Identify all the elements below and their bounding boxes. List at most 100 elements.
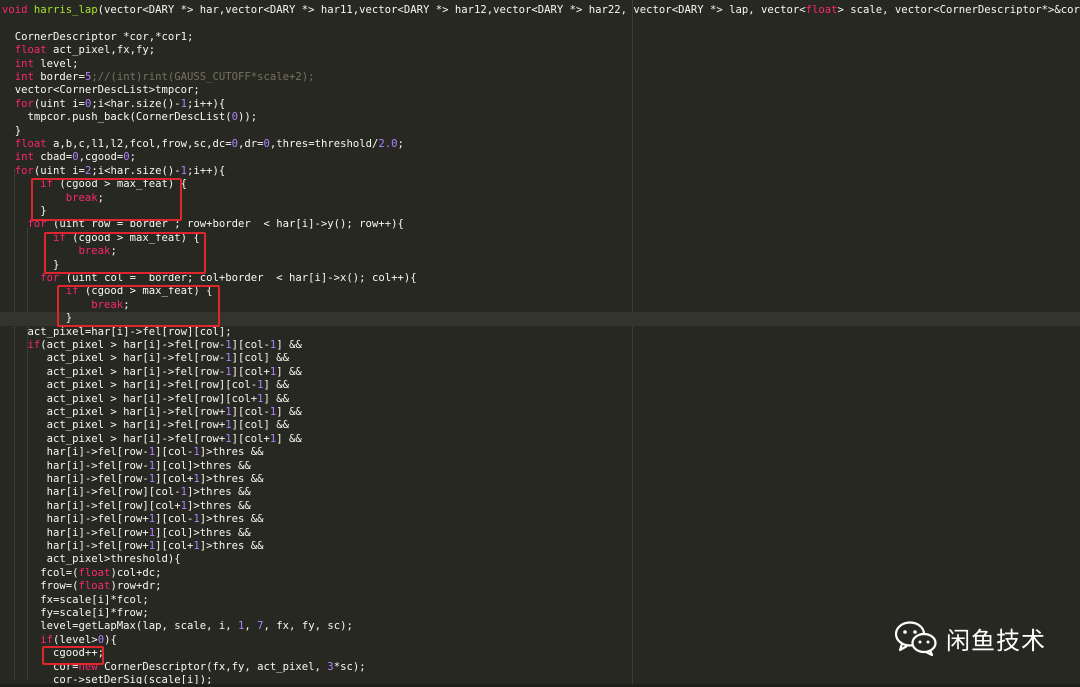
code-line[interactable]: float a,b,c,l1,l2,fcol,frow,sc,dc=0,dr=0… — [0, 138, 404, 151]
code-token: har[i]->fel[row+ — [2, 540, 149, 552]
code-token: ;i<har.size()- — [91, 97, 181, 110]
code-line[interactable]: har[i]->fel[row-1][col]>thres && — [0, 460, 251, 473]
code-token: har[i]->fel[row+ — [2, 513, 149, 526]
code-token: ] && — [276, 432, 302, 445]
code-token: ][col]>thres && — [155, 526, 251, 539]
code-token: act_pixel > har[i]->fel[row- — [2, 352, 226, 365]
code-token: ; — [129, 151, 137, 164]
code-line[interactable]: if(act_pixel > har[i]->fel[row-1][col-1]… — [0, 339, 302, 352]
code-token: ]>thres && — [199, 473, 264, 485]
code-token: act_pixel > har[i]->fel[row][col+ — [2, 392, 258, 405]
code-token: float — [78, 580, 111, 593]
code-token: har[i]->fel[row- — [2, 446, 149, 459]
code-token: float — [78, 566, 111, 579]
highlight-box-break-loop-col — [57, 285, 220, 327]
code-line[interactable]: har[i]->fel[row-1][col-1]>thres && — [0, 446, 264, 459]
code-line[interactable]: vector<CornerDescList>tmpcor; — [0, 84, 200, 97]
wechat-icon — [894, 621, 937, 657]
code-token: harris_lap — [33, 4, 98, 16]
code-token: har[i]->fel[row- — [2, 459, 149, 472]
highlight-box-break-loop-row — [44, 232, 206, 274]
code-token: ]>thres && — [199, 540, 264, 552]
code-line[interactable]: act_pixel > har[i]->fel[row][col+1] && — [0, 393, 289, 406]
highlight-box-cgood-increment — [42, 646, 104, 665]
code-line[interactable]: fx=scale[i]*fcol; — [0, 593, 149, 607]
code-token: , — [244, 620, 258, 633]
code-line[interactable]: har[i]->fel[row+1][col+1]>thres && — [0, 540, 264, 553]
code-token: border= — [33, 71, 85, 83]
code-token: (uint i= — [33, 97, 85, 110]
code-token: act_pixel > har[i]->fel[row- — [2, 365, 226, 378]
code-line[interactable]: void harris_lap(vector<DARY *> har,vecto… — [0, 4, 1080, 17]
code-line[interactable] — [0, 17, 2, 30]
code-token: act_pixel=har[i]->fel[row][col]; — [2, 325, 232, 338]
code-token: ; — [397, 138, 404, 150]
code-token: level=getLapMax(lap, scale, i, — [2, 620, 238, 633]
code-line[interactable]: CornerDescriptor *cor,*cor1; — [0, 30, 194, 44]
watermark-text: 闲鱼技术 — [946, 626, 1046, 655]
code-line[interactable]: har[i]->fel[row][col+1]>thres && — [0, 500, 251, 513]
code-line[interactable]: act_pixel > har[i]->fel[row][col-1] && — [0, 379, 289, 392]
code-token: ,cgood= — [78, 151, 124, 164]
code-token: ][col+ — [155, 473, 194, 485]
code-token: ] && — [276, 339, 302, 351]
code-token: act_pixel > har[i]->fel[row+ — [2, 432, 226, 445]
code-line[interactable]: fcol=(float)col+dc; — [0, 567, 161, 580]
code-token: for — [14, 97, 34, 110]
code-token: if — [27, 339, 41, 351]
code-token: float — [14, 138, 47, 150]
code-line[interactable]: act_pixel > har[i]->fel[row+1][col+1] && — [0, 433, 302, 446]
code-token: , fx, fy, sc); — [263, 620, 353, 633]
code-line[interactable]: float act_pixel,fx,fy; — [0, 44, 155, 57]
code-token: ] && — [263, 392, 290, 405]
code-token: int — [14, 151, 34, 164]
code-token: CornerDescriptor(fx,fy, act_pixel, — [97, 660, 328, 673]
code-editor[interactable]: void harris_lap(vector<DARY *> har,vecto… — [0, 0, 1080, 687]
code-token: level; — [33, 57, 79, 70]
code-line[interactable]: int cbad=0,cgood=0; — [0, 151, 136, 164]
code-token: ][col- — [155, 513, 194, 526]
code-line[interactable]: act_pixel > har[i]->fel[row-1][col] && — [0, 352, 289, 365]
code-line[interactable]: act_pixel > har[i]->fel[row+1][col-1] && — [0, 406, 302, 419]
code-line[interactable]: act_pixel>threshold){ — [0, 553, 181, 566]
code-line[interactable]: har[i]->fel[row+1][col-1]>thres && — [0, 513, 264, 526]
code-token: ][col- — [231, 406, 270, 418]
code-line[interactable]: } — [0, 125, 21, 138]
code-line[interactable]: act_pixel > har[i]->fel[row-1][col+1] && — [0, 366, 302, 379]
code-token: act_pixel > har[i]->fel[row][col- — [2, 379, 258, 392]
code-token: act_pixel > har[i]->fel[row+ — [2, 406, 226, 418]
code-line[interactable]: fy=scale[i]*frow; — [0, 607, 148, 620]
code-line[interactable]: int border=5;//(int)rint(GAUSS_CUTOFF*sc… — [0, 71, 315, 84]
code-line[interactable]: har[i]->fel[row][col-1]>thres && — [0, 486, 251, 499]
code-token: )); — [238, 111, 258, 124]
code-line[interactable]: tmpcor.push_back(CornerDescList(0)); — [0, 111, 258, 124]
code-line[interactable]: int level; — [0, 58, 79, 71]
code-line[interactable]: har[i]->fel[row+1][col]>thres && — [0, 527, 251, 540]
code-line[interactable]: act_pixel=har[i]->fel[row][col]; — [0, 326, 232, 339]
code-token: har[i]->fel[row][col- — [2, 486, 181, 499]
code-token: (act_pixel > har[i]->fel[row- — [40, 339, 226, 351]
code-line[interactable]: for(uint i=2;i<har.size()-1;i++){ — [0, 165, 226, 178]
code-token: (level> — [53, 633, 98, 646]
code-token: ][col- — [231, 339, 270, 351]
code-token: ][col+ — [155, 540, 194, 552]
code-token: har[i]->fel[row][col+ — [2, 499, 181, 512]
code-line[interactable]: for (uint col = border; col+border < har… — [0, 272, 416, 285]
code-line[interactable]: for(uint i=0;i<har.size()-1;i++){ — [0, 97, 226, 111]
code-token: tmpcor.push_back(CornerDescList( — [2, 111, 232, 124]
code-token: ,thres=threshold/ — [269, 138, 379, 150]
code-token: vector<CornerDescList>tmpcor; — [2, 84, 200, 97]
code-token: CornerDescriptor *cor,*cor1; — [2, 30, 194, 43]
code-token: > scale, vector<CornerDescriptor*>&corne — [837, 4, 1080, 16]
code-line[interactable]: level=getLapMax(lap, scale, i, 1, 7, fx,… — [0, 620, 353, 633]
code-token: int — [14, 57, 34, 70]
code-line[interactable]: har[i]->fel[row-1][col+1]>thres && — [0, 473, 264, 486]
code-token: fx=scale[i]*fcol; — [2, 593, 149, 606]
code-line[interactable]: act_pixel > har[i]->fel[row+1][col] && — [0, 419, 289, 432]
code-token: ] && — [263, 379, 290, 392]
code-line[interactable]: frow=(float)row+dr; — [0, 580, 161, 593]
